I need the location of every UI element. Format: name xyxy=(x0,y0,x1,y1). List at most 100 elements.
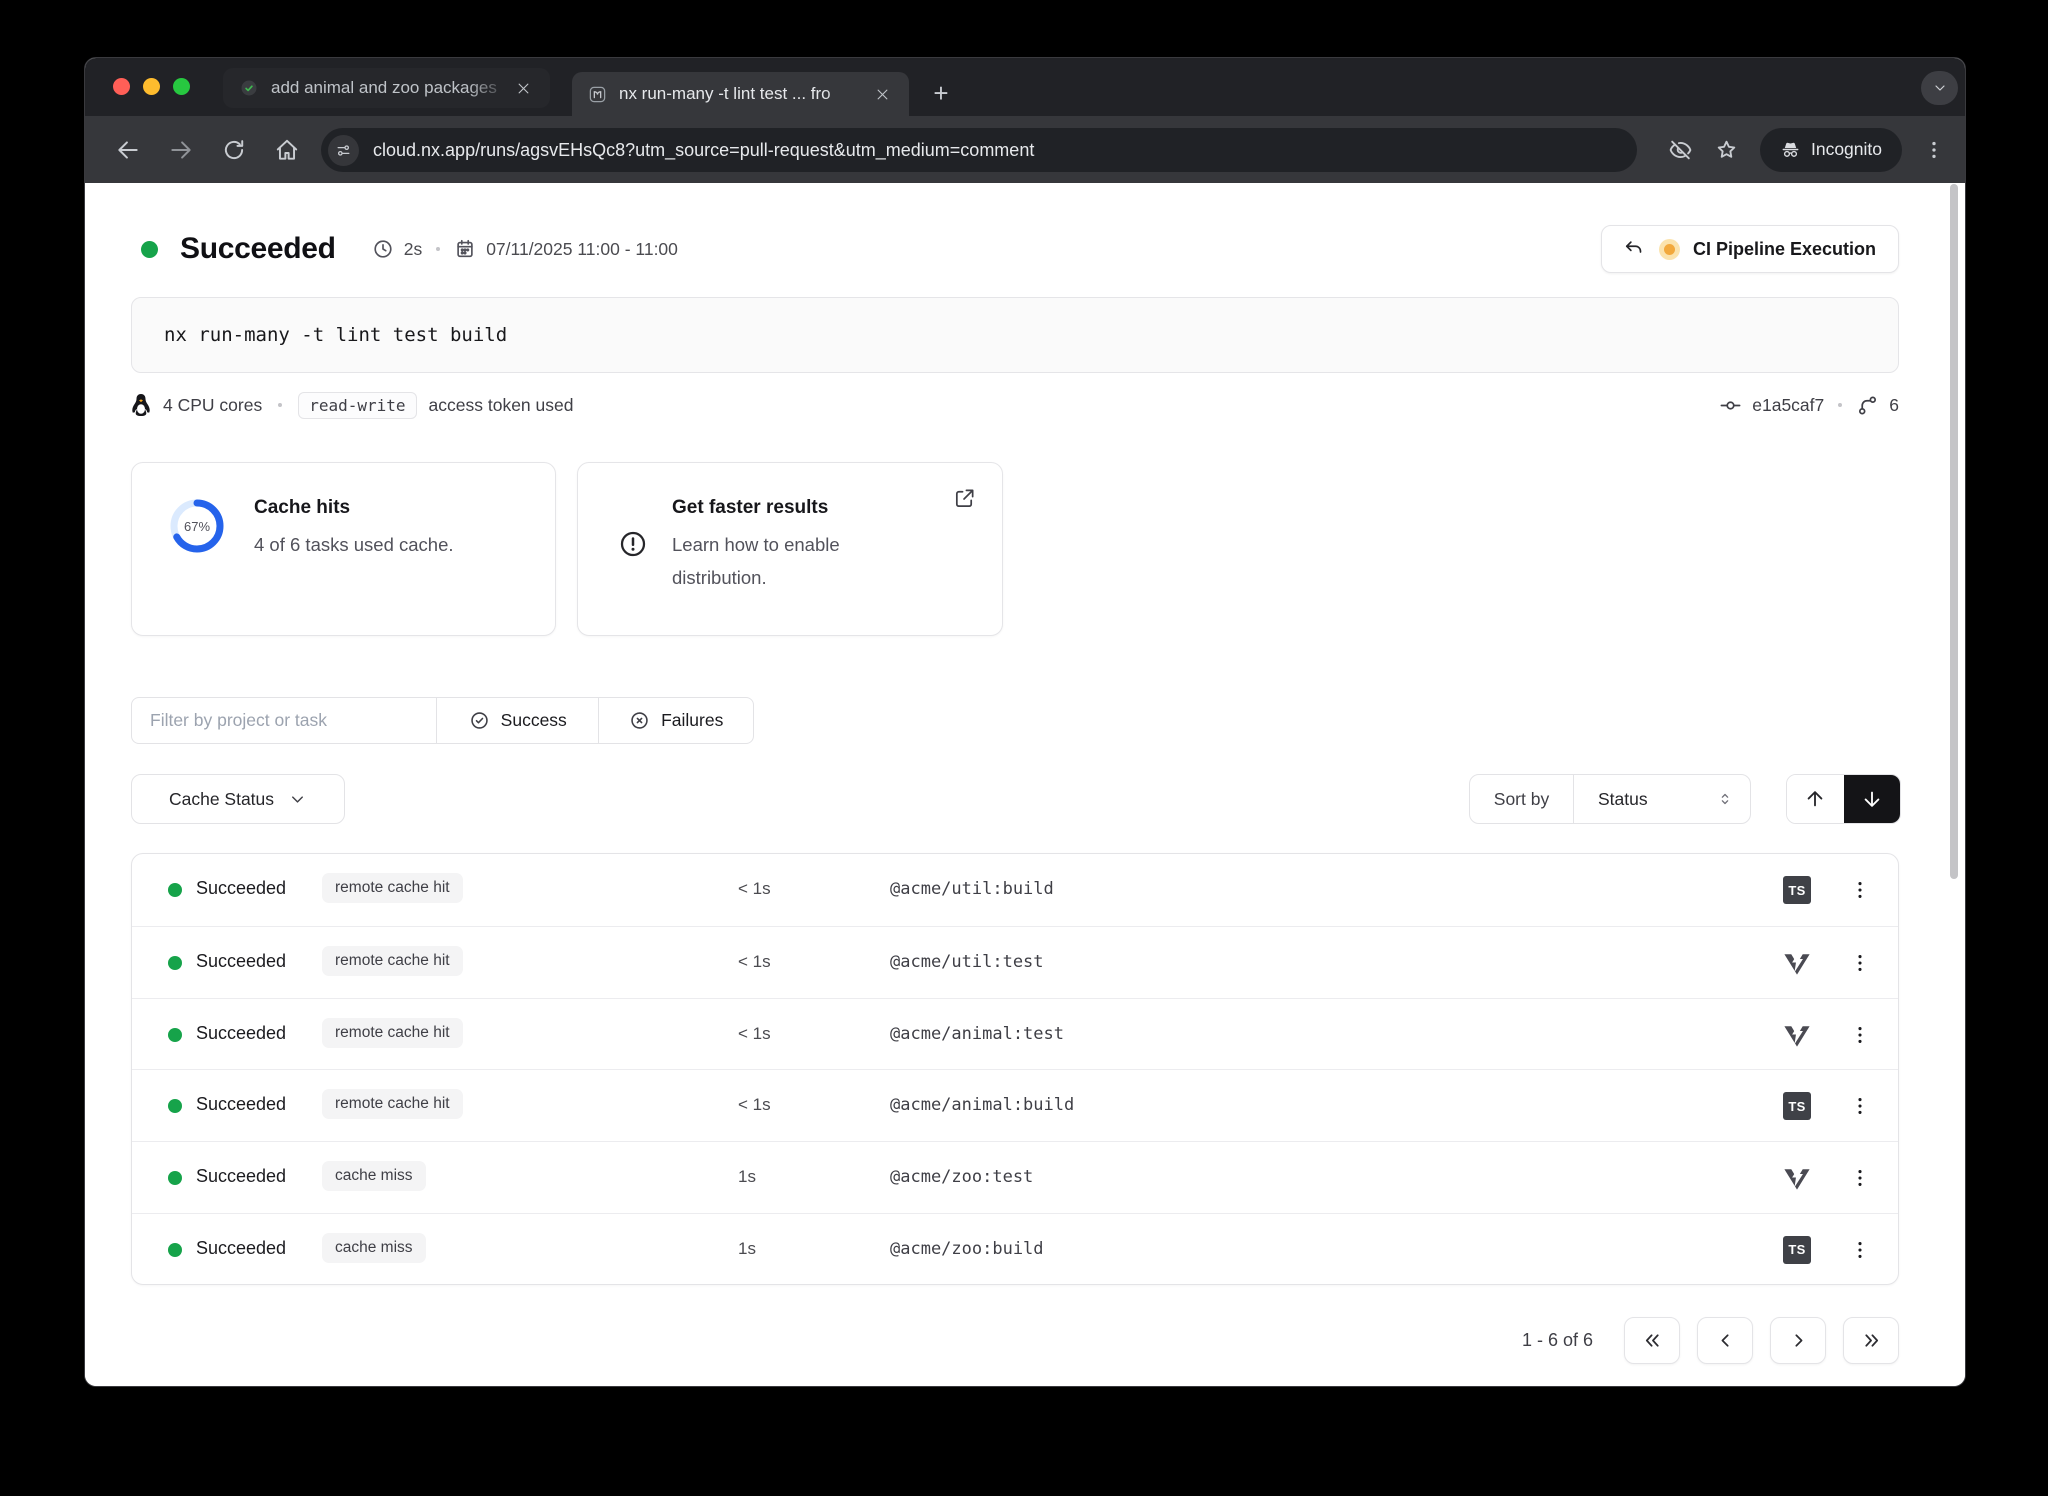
next-page-button[interactable] xyxy=(1770,1317,1826,1364)
linux-tux-icon xyxy=(131,393,151,417)
previous-page-button[interactable] xyxy=(1697,1317,1753,1364)
nx-cloud-run-page: Succeeded 2s 07/11/2025 11:00 - 11:00 CI… xyxy=(85,183,1965,1386)
failures-filter-button[interactable]: Failures xyxy=(598,698,753,743)
cache-hits-title: Cache hits xyxy=(254,497,454,519)
pagination: 1 - 6 of 6 xyxy=(1522,1317,1899,1364)
task-name-link[interactable]: @acme/animal:build xyxy=(890,1095,1074,1115)
filter-input[interactable] xyxy=(132,710,436,731)
browser-tab-pull-request[interactable]: add animal and zoo packages xyxy=(223,68,550,108)
reload-button[interactable] xyxy=(221,137,247,163)
cache-status-badge: cache miss xyxy=(322,1161,426,1191)
get-faster-subtitle: Learn how to enable distribution. xyxy=(672,528,932,594)
access-token-text: access token used xyxy=(429,395,574,416)
success-status-dot-icon xyxy=(168,956,182,970)
chevron-left-icon xyxy=(1715,1330,1736,1351)
kebab-menu-icon xyxy=(1849,1167,1871,1189)
filter-group: Success Failures xyxy=(131,697,754,744)
kebab-menu-icon xyxy=(1849,879,1871,901)
task-duration: 1s xyxy=(738,1167,756,1187)
browser-tab-strip: add animal and zoo packages nx run-many … xyxy=(85,58,1965,116)
row-menu-button[interactable] xyxy=(1844,874,1876,906)
minimize-window-button[interactable] xyxy=(143,78,160,95)
typescript-icon: TS xyxy=(1783,1236,1811,1264)
chevron-right-icon xyxy=(1788,1330,1809,1351)
task-name-link[interactable]: @acme/util:test xyxy=(890,952,1044,972)
page-scrollbar[interactable] xyxy=(1950,184,1958,879)
table-row[interactable]: Succeeded remote cache hit < 1s @acme/ut… xyxy=(132,854,1898,926)
row-menu-button[interactable] xyxy=(1844,1162,1876,1194)
bookmark-star-icon[interactable] xyxy=(1714,137,1739,163)
task-duration: 1s xyxy=(738,1239,756,1259)
typescript-icon: TS xyxy=(1783,1092,1811,1120)
row-menu-button[interactable] xyxy=(1844,1019,1876,1051)
close-tab-icon[interactable] xyxy=(510,75,536,101)
sort-ascending-button[interactable] xyxy=(1787,775,1844,823)
arrow-down-icon xyxy=(1861,788,1883,810)
pr-status-icon xyxy=(239,78,259,98)
close-window-button[interactable] xyxy=(113,78,130,95)
pipeline-button-label: CI Pipeline Execution xyxy=(1693,239,1876,260)
close-tab-icon[interactable] xyxy=(869,81,895,107)
table-row[interactable]: Succeeded remote cache hit < 1s @acme/ut… xyxy=(132,926,1898,998)
table-row[interactable]: Succeeded cache miss 1s @acme/zoo:build … xyxy=(132,1213,1898,1285)
commit-sha[interactable]: e1a5caf7 xyxy=(1752,395,1824,416)
browser-window: add animal and zoo packages nx run-many … xyxy=(84,57,1966,1387)
ci-pipeline-execution-button[interactable]: CI Pipeline Execution xyxy=(1601,225,1899,273)
branch-count[interactable]: 6 xyxy=(1889,395,1899,416)
success-status-dot-icon xyxy=(168,1099,182,1113)
address-bar[interactable]: cloud.nx.app/runs/agsvEHsQc8?utm_source=… xyxy=(321,128,1637,172)
run-status-title: Succeeded xyxy=(180,232,336,266)
site-settings-icon[interactable] xyxy=(328,135,359,166)
table-row[interactable]: Succeeded remote cache hit < 1s @acme/an… xyxy=(132,1069,1898,1141)
home-button[interactable] xyxy=(274,137,300,163)
run-command: nx run-many -t lint test build xyxy=(164,324,507,346)
kebab-menu-icon xyxy=(1849,1024,1871,1046)
table-row[interactable]: Succeeded remote cache hit < 1s @acme/an… xyxy=(132,998,1898,1070)
eye-off-icon[interactable] xyxy=(1668,137,1693,163)
external-link-icon[interactable] xyxy=(953,487,976,510)
incognito-label: Incognito xyxy=(1811,139,1882,160)
vitest-icon xyxy=(1783,1164,1811,1192)
browser-toolbar: cloud.nx.app/runs/agsvEHsQc8?utm_source=… xyxy=(85,116,1965,183)
incognito-icon xyxy=(1780,139,1801,160)
sort-direction-toggle xyxy=(1786,774,1901,824)
last-page-button[interactable] xyxy=(1843,1317,1899,1364)
tab-search-chevron-button[interactable] xyxy=(1921,71,1958,105)
task-status-label: Succeeded xyxy=(196,1094,286,1115)
x-circle-icon xyxy=(629,710,650,731)
browser-tab-nx-run[interactable]: nx run-many -t lint test ... fro xyxy=(572,72,909,116)
task-status-label: Succeeded xyxy=(196,878,286,899)
first-page-button[interactable] xyxy=(1624,1317,1680,1364)
sort-field-select[interactable]: Status xyxy=(1574,775,1750,823)
commit-icon xyxy=(1719,394,1742,417)
info-exclamation-icon xyxy=(618,529,648,559)
maximize-window-button[interactable] xyxy=(173,78,190,95)
kebab-menu-icon xyxy=(1849,952,1871,974)
row-menu-button[interactable] xyxy=(1844,947,1876,979)
pipeline-status-dot-icon xyxy=(1659,239,1680,260)
get-faster-results-card[interactable]: Get faster results Learn how to enable d… xyxy=(577,462,1003,636)
task-name-link[interactable]: @acme/animal:test xyxy=(890,1024,1064,1044)
task-name-link[interactable]: @acme/zoo:build xyxy=(890,1239,1044,1259)
cache-status-badge: cache miss xyxy=(322,1233,426,1263)
task-name-link[interactable]: @acme/zoo:test xyxy=(890,1167,1033,1187)
success-filter-button[interactable]: Success xyxy=(436,698,598,743)
row-menu-button[interactable] xyxy=(1844,1090,1876,1122)
back-button[interactable] xyxy=(115,137,141,163)
calendar-icon xyxy=(454,238,476,260)
cache-status-dropdown[interactable]: Cache Status xyxy=(131,774,345,824)
task-name-link[interactable]: @acme/util:build xyxy=(890,879,1054,899)
forward-button[interactable] xyxy=(168,137,194,163)
run-header: Succeeded 2s 07/11/2025 11:00 - 11:00 xyxy=(141,225,678,273)
sort-descending-button[interactable] xyxy=(1844,775,1901,823)
task-duration: < 1s xyxy=(738,1024,771,1044)
sort-controls: Sort by Status xyxy=(1469,774,1751,824)
new-tab-button[interactable]: + xyxy=(927,80,955,108)
run-command-box: nx run-many -t lint test build xyxy=(131,297,1899,373)
task-status-label: Succeeded xyxy=(196,951,286,972)
kebab-menu-icon xyxy=(1849,1095,1871,1117)
row-menu-button[interactable] xyxy=(1844,1234,1876,1266)
clock-icon xyxy=(372,238,394,260)
browser-menu-button[interactable] xyxy=(1923,137,1945,163)
table-row[interactable]: Succeeded cache miss 1s @acme/zoo:test xyxy=(132,1141,1898,1213)
